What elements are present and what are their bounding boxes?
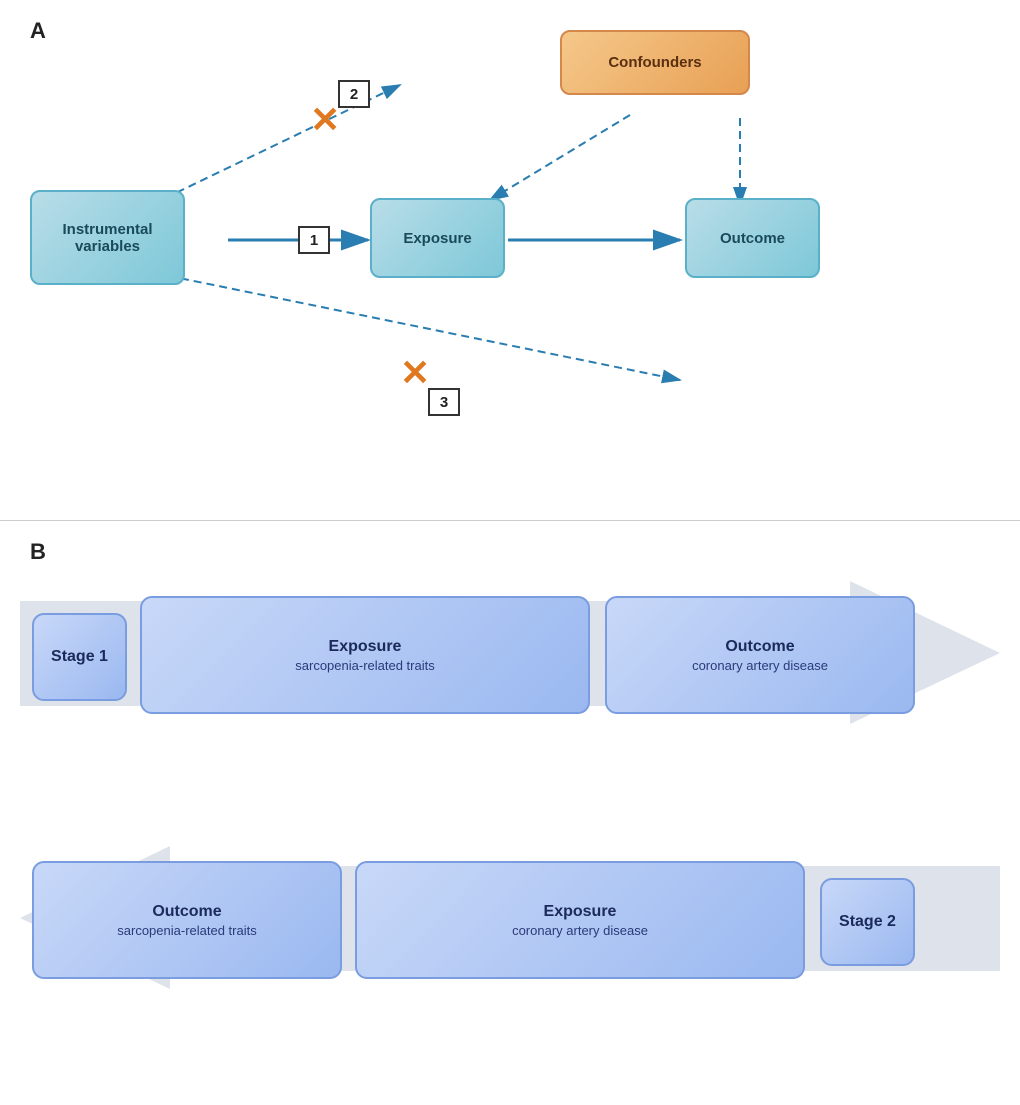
stage1-node: Stage 1 — [32, 613, 127, 701]
panel-b-label: B — [30, 539, 46, 565]
panel-a: A Instrumental variables Exposure — [0, 0, 1020, 520]
stage2-node: Stage 2 — [820, 878, 915, 966]
outcome-node: Outcome — [685, 198, 820, 278]
exposure-node: Exposure — [370, 198, 505, 278]
number-box-3: 3 — [428, 388, 460, 416]
confounders-node: Confounders — [560, 30, 750, 95]
row2-exposure-node: Exposure coronary artery disease — [355, 861, 805, 979]
instrumental-variables-node: Instrumental variables — [30, 190, 185, 285]
row2-outcome-node: Outcome sarcopenia-related traits — [32, 861, 342, 979]
x-mark-2: ✕ — [310, 102, 340, 138]
row1-outcome-node: Outcome coronary artery disease — [605, 596, 915, 714]
panel-a-label: A — [30, 18, 46, 44]
panel-b: B Stage 1 Exposure sarcopenia-related tr… — [0, 520, 1020, 1105]
number-box-2: 2 — [338, 80, 370, 108]
row1-exposure-node: Exposure sarcopenia-related traits — [140, 596, 590, 714]
number-box-1: 1 — [298, 226, 330, 254]
x-mark-3: ✕ — [400, 355, 430, 391]
